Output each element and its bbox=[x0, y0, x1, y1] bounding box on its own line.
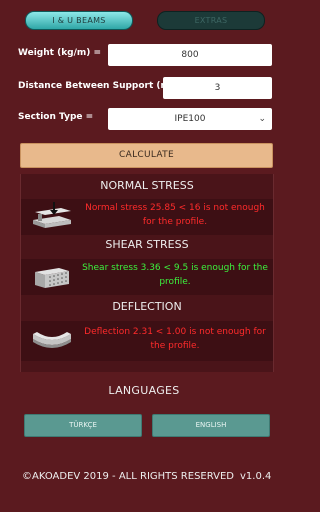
deflection-text: Deflection 2.31 < 1.00 is not enough for… bbox=[81, 325, 269, 353]
shear-stress-line2: profile. bbox=[159, 277, 191, 287]
chevron-down-icon: ⌄ bbox=[258, 114, 266, 124]
tab-bar: I & U BEAMS EXTRAS bbox=[0, 11, 288, 31]
i-beam-arrow-icon bbox=[33, 202, 71, 228]
normal-stress-line1: Normal stress 25.85 < 16 is not enough bbox=[85, 203, 265, 213]
section-type-select[interactable]: IPE100 ⌄ bbox=[108, 108, 272, 130]
turkish-button[interactable]: TÜRKÇE bbox=[24, 414, 142, 437]
normal-stress-text: Normal stress 25.85 < 16 is not enough f… bbox=[81, 201, 269, 229]
normal-stress-title: NORMAL STRESS bbox=[100, 179, 194, 192]
calculate-button[interactable]: CALCULATE bbox=[20, 143, 273, 168]
distance-input[interactable]: 3 bbox=[163, 77, 272, 99]
weight-input[interactable]: 800 bbox=[108, 44, 272, 66]
languages-title: LANGUAGES bbox=[108, 384, 180, 397]
shear-stress-title: SHEAR STRESS bbox=[105, 238, 189, 251]
copyright-text: ©AKOADEV 2019 - ALL RIGHTS RESERVED bbox=[22, 471, 234, 482]
distance-label: Distance Between Support (m) = bbox=[18, 81, 185, 91]
shear-stress-result: Shear stress 3.36 < 9.5 is enough for th… bbox=[21, 259, 273, 295]
distance-row: Distance Between Support (m) = 3 bbox=[18, 77, 274, 99]
section-type-value: IPE100 bbox=[174, 114, 206, 124]
shear-beam-icon bbox=[35, 268, 69, 288]
deflection-line1: Deflection 2.31 < 1.00 is not enough for bbox=[84, 327, 266, 337]
results-panel: NORMAL STRESS Normal stress 25.85 < 16 i… bbox=[20, 174, 274, 372]
section-row: Section Type = IPE100 ⌄ bbox=[18, 108, 274, 130]
weight-row: Weight (kg/m) = 800 bbox=[18, 44, 274, 66]
shear-stress-text: Shear stress 3.36 < 9.5 is enough for th… bbox=[81, 261, 269, 289]
tab-extras[interactable]: EXTRAS bbox=[157, 11, 265, 30]
english-button[interactable]: ENGLISH bbox=[152, 414, 270, 437]
version-text: v1.0.4 bbox=[240, 471, 272, 482]
shear-stress-line1: Shear stress 3.36 < 9.5 is enough for th… bbox=[82, 263, 268, 273]
deflection-line2: the profile. bbox=[150, 341, 200, 351]
tab-i-u-beams[interactable]: I & U BEAMS bbox=[25, 11, 133, 30]
bent-beam-icon bbox=[33, 332, 71, 348]
normal-stress-result: Normal stress 25.85 < 16 is not enough f… bbox=[21, 199, 273, 235]
section-label: Section Type = bbox=[18, 112, 94, 122]
weight-label: Weight (kg/m) = bbox=[18, 48, 102, 58]
normal-stress-line2: for the profile. bbox=[142, 217, 208, 227]
deflection-result: Deflection 2.31 < 1.00 is not enough for… bbox=[21, 321, 273, 361]
deflection-title: DEFLECTION bbox=[112, 300, 182, 313]
